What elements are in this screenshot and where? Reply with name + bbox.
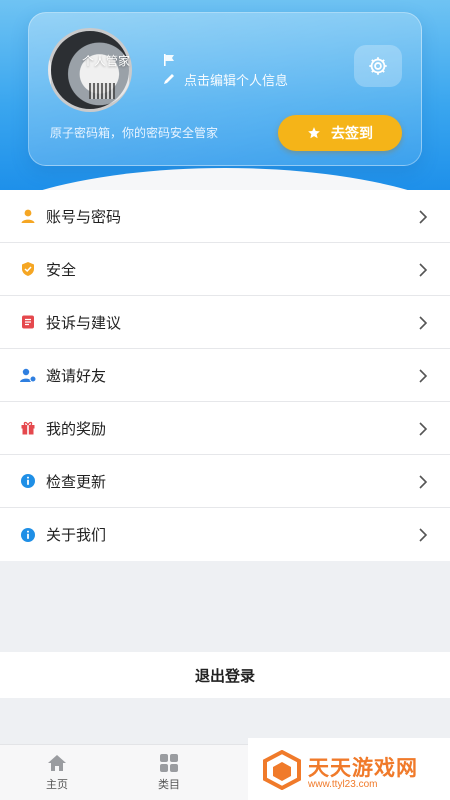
chevron-right-icon <box>419 528 428 542</box>
watermark-title: 天天游戏网 <box>308 756 418 780</box>
avatar-pattern <box>89 83 115 99</box>
invite-user-icon <box>19 366 37 384</box>
menu-label: 关于我们 <box>46 526 107 544</box>
menu-label: 邀请好友 <box>46 366 107 385</box>
nav-category-label: 类目 <box>158 778 180 791</box>
menu-item-about-us[interactable]: 关于我们 <box>0 508 450 561</box>
watermark-logo <box>263 750 301 790</box>
chevron-right-icon <box>419 369 428 383</box>
watermark: 天天游戏网 www.ttyl23.com <box>248 738 450 800</box>
menu-item-feedback[interactable]: 投诉与建议 <box>0 296 450 349</box>
edit-profile-link[interactable]: 点击编辑个人信息 <box>184 70 288 89</box>
menu-item-account-password[interactable]: 账号与密码 <box>0 190 450 243</box>
chevron-right-icon <box>419 422 428 436</box>
nav-home[interactable]: 主页 <box>22 745 92 800</box>
chevron-right-icon <box>419 475 428 489</box>
settings-button[interactable] <box>354 45 402 87</box>
menu-label: 我的奖励 <box>46 419 107 438</box>
home-icon <box>48 755 66 771</box>
grid-icon <box>160 754 178 772</box>
menu-label: 投诉与建议 <box>46 313 122 332</box>
header-wave <box>0 168 450 190</box>
checkin-button[interactable]: 去签到 <box>278 115 402 151</box>
feedback-icon <box>19 313 37 331</box>
avatar-text: 个人管家 <box>82 54 131 68</box>
tagline: 原子密码箱，你的密码安全管家 <box>50 126 219 140</box>
watermark-url: www.ttyl23.com <box>308 779 378 790</box>
chevron-right-icon <box>419 210 428 224</box>
menu-item-rewards[interactable]: 我的奖励 <box>0 402 450 455</box>
menu-item-security[interactable]: 安全 <box>0 243 450 296</box>
checkin-label: 去签到 <box>331 126 373 142</box>
avatar[interactable] <box>48 28 132 112</box>
star-icon <box>308 127 320 139</box>
chevron-right-icon <box>419 263 428 277</box>
nav-category[interactable]: 类目 <box>134 745 204 800</box>
nav-home-label: 主页 <box>46 778 68 791</box>
menu-label: 检查更新 <box>46 472 107 491</box>
menu-item-invite-friends[interactable]: 邀请好友 <box>0 349 450 402</box>
gift-icon <box>19 419 37 437</box>
chevron-right-icon <box>419 316 428 330</box>
flag-icon <box>164 54 174 66</box>
user-icon <box>19 207 37 225</box>
menu-label: 账号与密码 <box>46 207 122 226</box>
settings-menu: 账号与密码 安全 投诉与建议 邀请好友 我的奖励 检查更新 关于我们 <box>0 190 450 561</box>
pencil-icon <box>164 74 174 84</box>
info-icon <box>19 526 37 544</box>
menu-label: 安全 <box>46 260 77 279</box>
info-icon <box>19 472 37 490</box>
menu-item-check-update[interactable]: 检查更新 <box>0 455 450 508</box>
gear-icon <box>369 57 387 75</box>
shield-icon <box>19 260 37 278</box>
logout-button[interactable]: 退出登录 <box>0 652 450 698</box>
